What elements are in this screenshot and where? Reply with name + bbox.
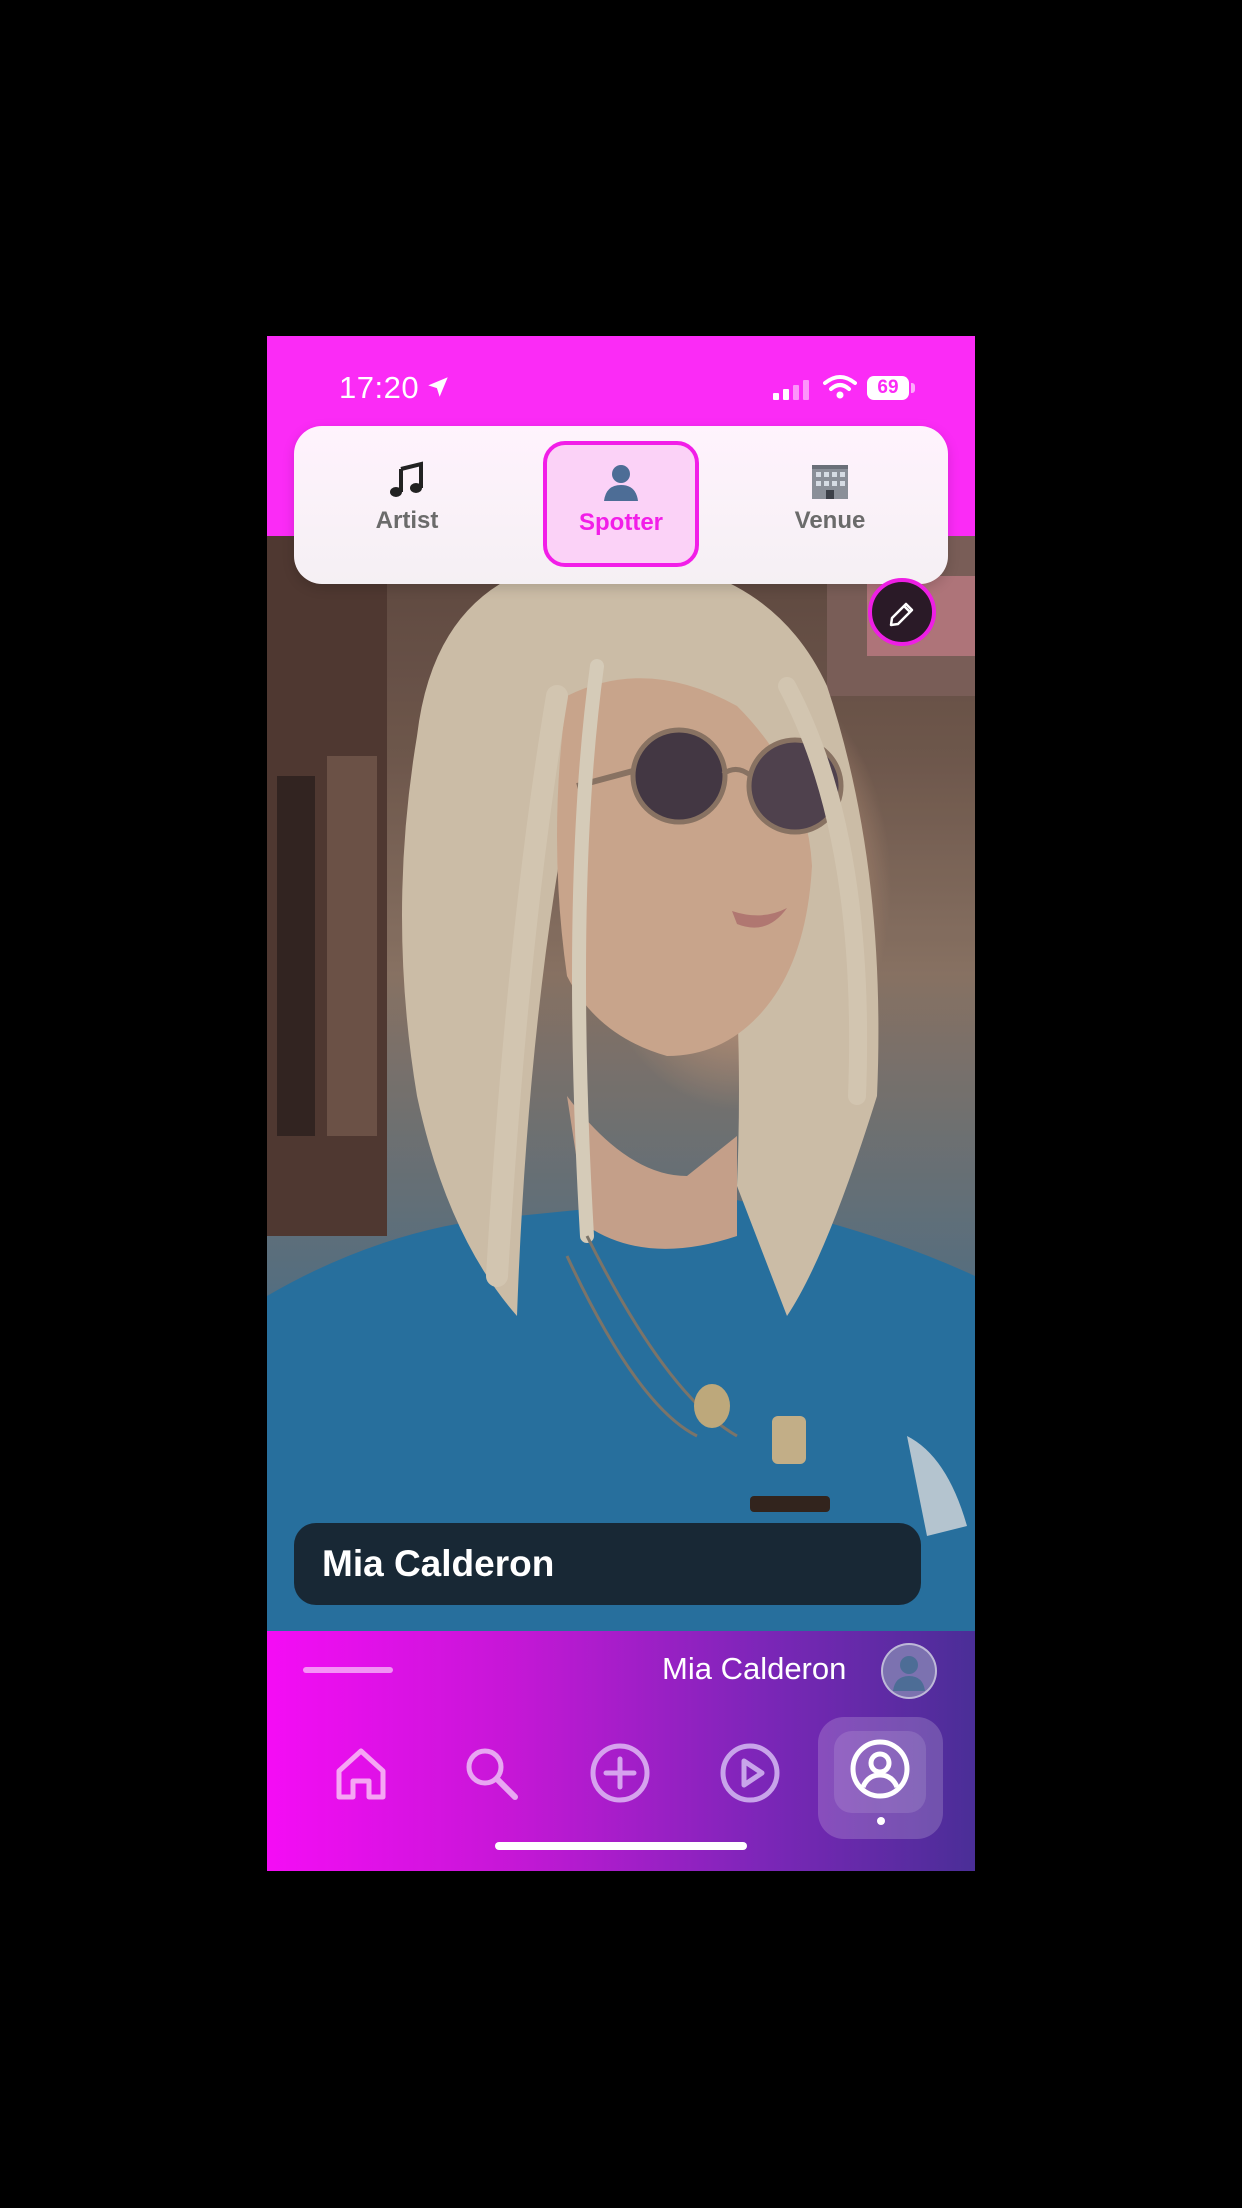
profile-name: Mia Calderon bbox=[322, 1543, 555, 1584]
add-icon bbox=[590, 1743, 650, 1803]
role-option-label: Spotter bbox=[579, 509, 663, 536]
role-option-label: Artist bbox=[375, 507, 439, 534]
home-indicator[interactable] bbox=[495, 1842, 747, 1850]
bottom-bar: Mia Calderon bbox=[267, 1631, 975, 1871]
home-icon bbox=[336, 1748, 386, 1800]
role-option-label: Venue bbox=[794, 507, 866, 534]
role-selector: Artist Spotter Venue bbox=[294, 426, 948, 584]
role-option-spotter[interactable]: Spotter bbox=[543, 441, 699, 567]
status-bar: 17:20 69 bbox=[267, 336, 975, 440]
wifi-icon bbox=[823, 374, 857, 405]
location-arrow-icon bbox=[425, 374, 451, 405]
profile-name-card: Mia Calderon bbox=[294, 1523, 921, 1605]
nav-search[interactable] bbox=[459, 1741, 523, 1805]
drawer-handle[interactable] bbox=[303, 1667, 393, 1673]
nav-profile[interactable] bbox=[818, 1717, 943, 1839]
nav-home[interactable] bbox=[329, 1741, 393, 1805]
pencil-icon bbox=[889, 602, 914, 627]
nav-add[interactable] bbox=[588, 1741, 652, 1805]
musical-notes-icon bbox=[390, 461, 423, 497]
role-option-artist[interactable]: Artist bbox=[329, 441, 485, 567]
person-silhouette-icon bbox=[893, 1656, 925, 1691]
profile-icon bbox=[850, 1739, 910, 1799]
nav-play[interactable] bbox=[718, 1741, 782, 1805]
status-time: 17:20 bbox=[339, 370, 420, 405]
play-icon bbox=[720, 1743, 780, 1803]
battery-cap bbox=[911, 383, 915, 393]
avatar[interactable] bbox=[881, 1643, 937, 1699]
phone-screen: 17:20 69 Artist Spotter Venue Mia Calder… bbox=[267, 336, 975, 1871]
edit-button[interactable] bbox=[868, 578, 936, 646]
person-silhouette-icon bbox=[604, 465, 638, 501]
role-option-venue[interactable]: Venue bbox=[752, 441, 908, 567]
photo-overlay bbox=[267, 536, 975, 1631]
cellular-signal-icon bbox=[773, 380, 811, 405]
battery-indicator: 69 bbox=[867, 376, 909, 400]
current-user-name: Mia Calderon bbox=[662, 1651, 847, 1686]
search-icon bbox=[466, 1748, 518, 1800]
office-building-icon bbox=[812, 465, 848, 499]
profile-photo bbox=[267, 536, 975, 1631]
active-tab-dot bbox=[877, 1817, 885, 1825]
